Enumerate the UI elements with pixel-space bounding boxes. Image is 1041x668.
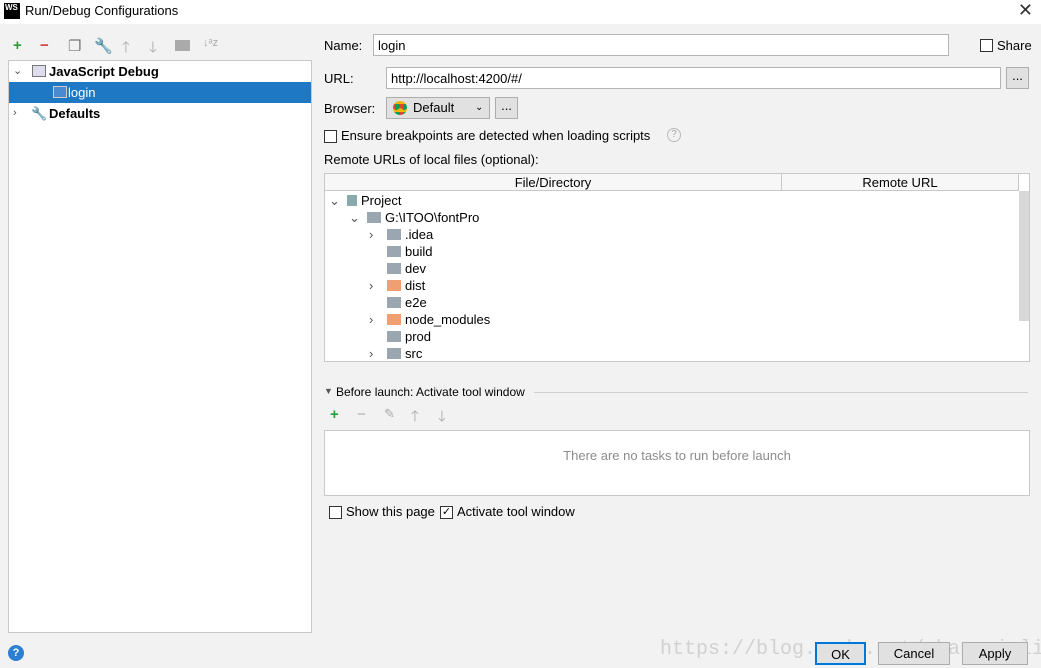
chevron-right-icon[interactable]: › [13,103,17,124]
folder-icon [387,297,401,308]
arrow-up-icon[interactable]: 🡑 [411,406,419,431]
remote-urls-table[interactable]: File/Directory Remote URL ⌄ Project ⌄ G:\IT… [324,173,1030,362]
ok-button[interactable]: OK [815,642,866,665]
cancel-button[interactable]: Cancel [878,642,950,665]
edit-icon[interactable]: ✎ [384,406,395,422]
before-launch-tasks[interactable]: There are no tasks to run before launch [324,430,1030,496]
table-row[interactable]: › src [369,345,422,362]
folder-icon [387,331,401,342]
chevron-down-icon[interactable]: ⌄ [329,192,347,209]
divider [534,392,1028,393]
arrow-down-icon[interactable]: 🡓 [149,37,157,62]
folder-icon[interactable] [175,40,190,51]
sort-az-icon[interactable]: ↓ᵃz [203,37,218,49]
url-input[interactable] [386,67,1001,89]
tree-item-javascript-debug[interactable]: ⌄ JavaScript Debug [9,61,311,82]
table-row[interactable]: e2e [369,294,427,311]
url-label: URL: [324,71,354,86]
folder-icon [387,314,401,325]
arrow-down-icon[interactable]: 🡓 [438,406,446,431]
row-label: src [405,346,423,361]
row-label: build [405,244,433,259]
chevron-right-icon[interactable]: › [369,277,387,294]
share-checkbox[interactable] [980,39,993,52]
tree-item-defaults[interactable]: › 🔧 Defaults [9,103,311,124]
browser-select[interactable]: Default ⌄ [386,97,490,119]
table-row[interactable]: build [369,243,432,260]
table-row[interactable]: prod [369,328,431,345]
before-launch-title: Before launch: Activate tool window [336,385,525,399]
help-button[interactable]: ? [8,645,24,661]
tree-label: JavaScript Debug [49,64,159,79]
table-row[interactable]: › node_modules [369,311,490,328]
activate-tool-window-checkbox[interactable]: ✓ [440,506,453,519]
folder-icon [367,212,381,223]
ensure-breakpoints-label: Ensure breakpoints are detected when loa… [341,128,651,143]
remove-icon[interactable]: − [357,406,366,423]
remote-urls-label: Remote URLs of local files (optional): [324,152,539,167]
add-icon[interactable]: + [13,37,22,54]
chevron-right-icon[interactable]: › [369,226,387,243]
folder-icon [387,348,401,359]
table-row[interactable]: ⌄ G:\ITOO\fontPro [349,209,479,226]
url-browse-button[interactable]: ... [1006,67,1029,89]
webstorm-logo: WS [4,3,20,19]
chrome-icon [393,101,407,115]
tree-item-login[interactable]: login [9,82,311,103]
show-page-checkbox[interactable] [329,506,342,519]
browser-label: Browser: [324,101,376,116]
row-label: node_modules [405,312,491,327]
folder-icon [387,280,401,291]
browser-settings-button[interactable]: ... [495,97,518,119]
config-tree[interactable]: ⌄ JavaScript Debug login › 🔧 Defaults [8,60,312,633]
column-header-file[interactable]: File/Directory [325,174,782,191]
copy-icon[interactable]: ❐ [68,37,81,55]
row-label: G:\ITOO\fontPro [385,210,480,225]
js-debug-icon [53,86,67,98]
column-header-remote[interactable]: Remote URL [782,174,1019,191]
folder-icon [347,195,357,206]
show-page-label: Show this page [346,504,435,519]
chevron-down-icon: ⌄ [475,102,484,113]
chevron-right-icon[interactable]: › [369,311,387,328]
row-label: dist [405,278,426,293]
activate-tool-window-label: Activate tool window [457,504,575,519]
js-debug-icon [32,65,46,77]
arrow-up-icon[interactable]: 🡑 [122,37,130,62]
window-title: Run/Debug Configurations [25,3,179,18]
remove-icon[interactable]: − [40,37,49,54]
add-icon[interactable]: + [330,406,339,423]
name-label: Name: [324,38,363,53]
name-input[interactable] [373,34,949,56]
row-label: prod [405,329,432,344]
row-label: dev [405,261,426,276]
empty-tasks-text: There are no tasks to run before launch [563,448,791,463]
folder-icon [387,229,401,240]
share-label: Share [997,38,1032,53]
row-label: .idea [405,227,434,242]
folder-icon [387,263,401,274]
wrench-icon[interactable]: 🔧 [94,37,113,55]
folder-icon [387,246,401,257]
table-row[interactable]: ⌄ Project [329,192,401,209]
tree-label: login [68,85,96,100]
row-label: Project [361,193,402,208]
title-bar: WS Run/Debug Configurations ✕ [0,0,1041,24]
ensure-breakpoints-checkbox[interactable] [324,130,337,143]
wrench-icon: 🔧 [31,106,48,121]
apply-button[interactable]: Apply [962,642,1028,665]
close-icon[interactable]: ✕ [1018,0,1033,21]
row-label: e2e [405,295,427,310]
table-row[interactable]: dev [369,260,426,277]
chevron-right-icon[interactable]: › [369,345,387,362]
collapse-triangle-icon[interactable]: ▼ [324,386,333,396]
table-row[interactable]: › .idea [369,226,433,243]
table-row[interactable]: › dist [369,277,425,294]
tree-label: Defaults [49,106,101,121]
help-icon[interactable]: ? [667,128,681,142]
chevron-down-icon[interactable]: ⌄ [349,209,367,226]
scrollbar[interactable] [1019,191,1029,321]
browser-value: Default [413,100,455,115]
chevron-down-icon[interactable]: ⌄ [13,61,22,82]
